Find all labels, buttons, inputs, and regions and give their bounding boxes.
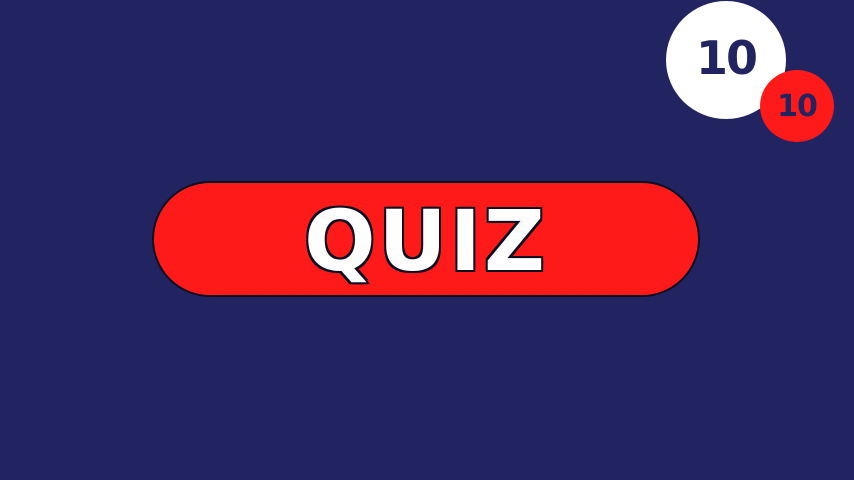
quiz-title: QUIZ — [303, 192, 548, 290]
current-score: 10 — [695, 31, 758, 85]
total-score-badge: 10 — [760, 70, 834, 142]
quiz-screen: QUIZ 10 10 — [0, 0, 854, 480]
total-score: 10 — [777, 88, 818, 124]
quiz-title-banner[interactable]: QUIZ — [152, 181, 700, 297]
